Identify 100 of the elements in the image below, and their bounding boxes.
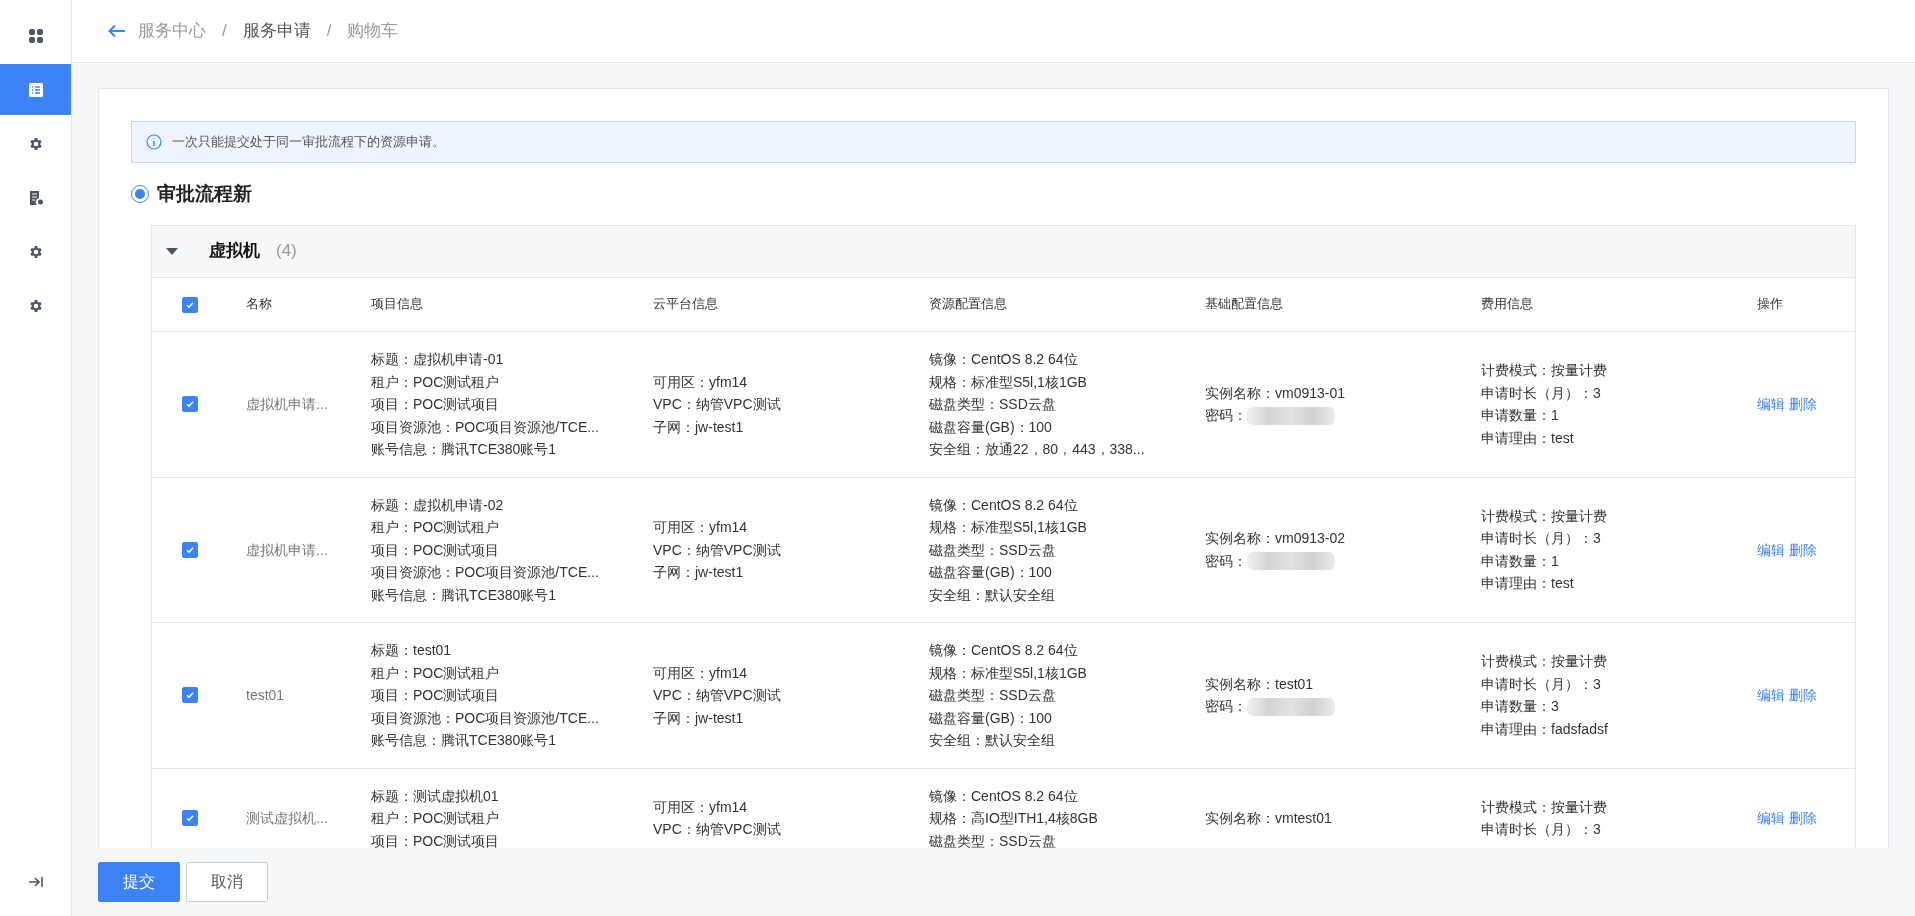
name-cell-text: 虚拟机申请...: [246, 540, 328, 560]
column-header: 操作: [1757, 295, 1783, 314]
column-header: 名称: [246, 295, 272, 314]
project-info-line: 标题：测试虚拟机01: [371, 786, 500, 806]
name-cell-text: test01: [246, 686, 285, 705]
check-icon: [185, 544, 195, 555]
fee-info-line: 申请时长（月）：3: [1481, 674, 1602, 694]
basic-info-line: 实例名称：vm0913-01: [1205, 383, 1346, 403]
column-header: 费用信息: [1481, 295, 1533, 314]
checkbox[interactable]: [182, 296, 198, 313]
group-title: 虚拟机: [209, 240, 260, 263]
cloud-info-line: 可用区：yfm14: [653, 518, 749, 537]
basic-info-line: 实例名称：vm0913-02: [1205, 529, 1346, 549]
fee-info-line: 申请理由：test: [1481, 428, 1575, 448]
project-info-line: 账号信息：腾讯TCE380账号1: [371, 585, 558, 605]
fee-info-line: 计费模式：按量计费: [1481, 361, 1608, 381]
resource-info-line: 镜像：CentOS 8.2 64位: [929, 786, 1079, 806]
cloud-info-line: VPC：纳管VPC测试: [653, 395, 782, 414]
grid-icon: [27, 27, 44, 44]
cloud-info-line: VPC：纳管VPC测试: [653, 540, 782, 560]
fee-info-line: 申请时长（月）：3: [1481, 383, 1602, 403]
column-header: 资源配置信息: [929, 295, 1007, 314]
action-link[interactable]: 编辑: [1757, 684, 1785, 707]
fee-info-line: 申请理由：test: [1481, 574, 1575, 594]
info-icon: [146, 134, 162, 150]
cloud-info-line: 子网：jw-test1: [653, 563, 745, 582]
basic-info-line: 密码：: [1205, 406, 1247, 426]
action-link[interactable]: 编辑: [1757, 538, 1785, 561]
checkbox[interactable]: [182, 541, 198, 558]
basic-info-line: 实例名称：vmtest01: [1205, 809, 1332, 828]
checkbox[interactable]: [182, 810, 198, 827]
resource-info-line: 磁盘类型：SSD云盘: [929, 540, 1057, 560]
basic-info-line: 密码：: [1205, 697, 1247, 717]
project-info-line: 项目资源池：POC项目资源池/TCE...: [371, 417, 600, 437]
project-info-line: 项目：POC测试项目: [371, 540, 501, 560]
collapse-icon[interactable]: [27, 875, 44, 889]
checkbox[interactable]: [182, 687, 198, 704]
cloud-info-line: 可用区：yfm14: [653, 372, 749, 392]
alert-text: 一次只能提交处于同一审批流程下的资源申请。: [172, 132, 445, 151]
basic-info-line: 实例名称：test01: [1205, 674, 1314, 694]
cancel-button[interactable]: 取消: [186, 862, 268, 902]
project-info-line: 标题：虚拟机申请-02: [371, 495, 505, 515]
cloud-info-line: 子网：jw-test1: [653, 708, 745, 728]
project-info-line: 租户：POC测试租户: [371, 372, 501, 392]
checkbox[interactable]: [182, 396, 198, 413]
project-info-line: 标题：test01: [371, 641, 453, 660]
action-link[interactable]: 删除: [1789, 393, 1817, 416]
check-icon: [185, 813, 195, 824]
fee-info-line: 计费模式：按量计费: [1481, 506, 1608, 526]
project-info-line: 项目：POC测试项目: [371, 831, 501, 848]
project-info-line: 项目：POC测试项目: [371, 395, 501, 414]
action-link[interactable]: 删除: [1789, 807, 1817, 830]
basic-info-line: 密码：: [1205, 551, 1247, 571]
breadcrumb-link[interactable]: 购物车: [347, 19, 399, 43]
check-icon: [185, 690, 195, 701]
submit-button[interactable]: 提交: [98, 862, 180, 902]
resource-info-line: 磁盘类型：SSD云盘: [929, 831, 1057, 848]
fee-info-line: 申请时长（月）：3: [1481, 820, 1602, 840]
project-info-line: 租户：POC测试租户: [371, 809, 501, 828]
check-icon: [185, 399, 195, 410]
back-arrow-icon[interactable]: [108, 24, 126, 38]
project-info-line: 租户：POC测试租户: [371, 663, 501, 683]
column-header: 基础配置信息: [1205, 295, 1283, 314]
resource-info-line: 磁盘容量(GB)：100: [929, 708, 1053, 728]
breadcrumb-link[interactable]: 服务中心: [138, 19, 206, 43]
caret-icon: [166, 247, 178, 256]
fee-info-line: 申请数量：1: [1481, 551, 1560, 571]
group-header[interactable]: 虚拟机 (4): [152, 226, 1855, 278]
resource-info-line: 镜像：CentOS 8.2 64位: [929, 641, 1079, 660]
document-icon: [27, 189, 44, 206]
cloud-info-line: 可用区：yfm14: [653, 797, 749, 817]
project-info-line: 项目：POC测试项目: [371, 686, 501, 705]
action-link[interactable]: 编辑: [1757, 393, 1785, 416]
resource-info-line: 镜像：CentOS 8.2 64位: [929, 495, 1079, 515]
list-icon: [27, 81, 44, 98]
column-header: 项目信息: [371, 295, 423, 314]
action-link[interactable]: 编辑: [1757, 807, 1785, 830]
resource-info-line: 规格：高IO型ITH1,4核8GB: [929, 809, 1099, 828]
project-info-line: 账号信息：腾讯TCE380账号1: [371, 731, 558, 750]
fee-info-line: 申请数量：1: [1481, 406, 1560, 426]
project-info-line: 项目资源池：POC项目资源池/TCE...: [371, 563, 600, 582]
cloud-info-line: 可用区：yfm14: [653, 663, 749, 683]
resource-info-line: 规格：标准型S5l,1核1GB: [929, 518, 1088, 537]
name-cell-text: 虚拟机申请...: [246, 395, 328, 414]
resource-info-line: 规格：标准型S5l,1核1GB: [929, 663, 1088, 683]
resource-info-line: 磁盘容量(GB)：100: [929, 417, 1053, 437]
breadcrumb-link[interactable]: 服务申请: [242, 19, 311, 43]
resource-info-line: 磁盘容量(GB)：100: [929, 563, 1053, 582]
resource-info-line: 磁盘类型：SSD云盘: [929, 395, 1057, 414]
action-link[interactable]: 删除: [1789, 538, 1817, 561]
breadcrumb-separator: /: [326, 19, 332, 42]
project-info-line: 标题：虚拟机申请-01: [371, 350, 505, 369]
cloud-info-line: 子网：jw-test1: [653, 417, 745, 437]
action-link[interactable]: 删除: [1789, 684, 1817, 707]
resource-info-line: 规格：标准型S5l,1核1GB: [929, 372, 1088, 392]
project-info-line: 账号信息：腾讯TCE380账号1: [371, 440, 558, 459]
column-header: 云平台信息: [653, 295, 718, 314]
sidebar-item[interactable]: [0, 64, 71, 115]
fee-info-line: 申请理由：fadsfadsf: [1481, 719, 1609, 739]
cloud-info-line: VPC：纳管VPC测试: [653, 686, 782, 705]
